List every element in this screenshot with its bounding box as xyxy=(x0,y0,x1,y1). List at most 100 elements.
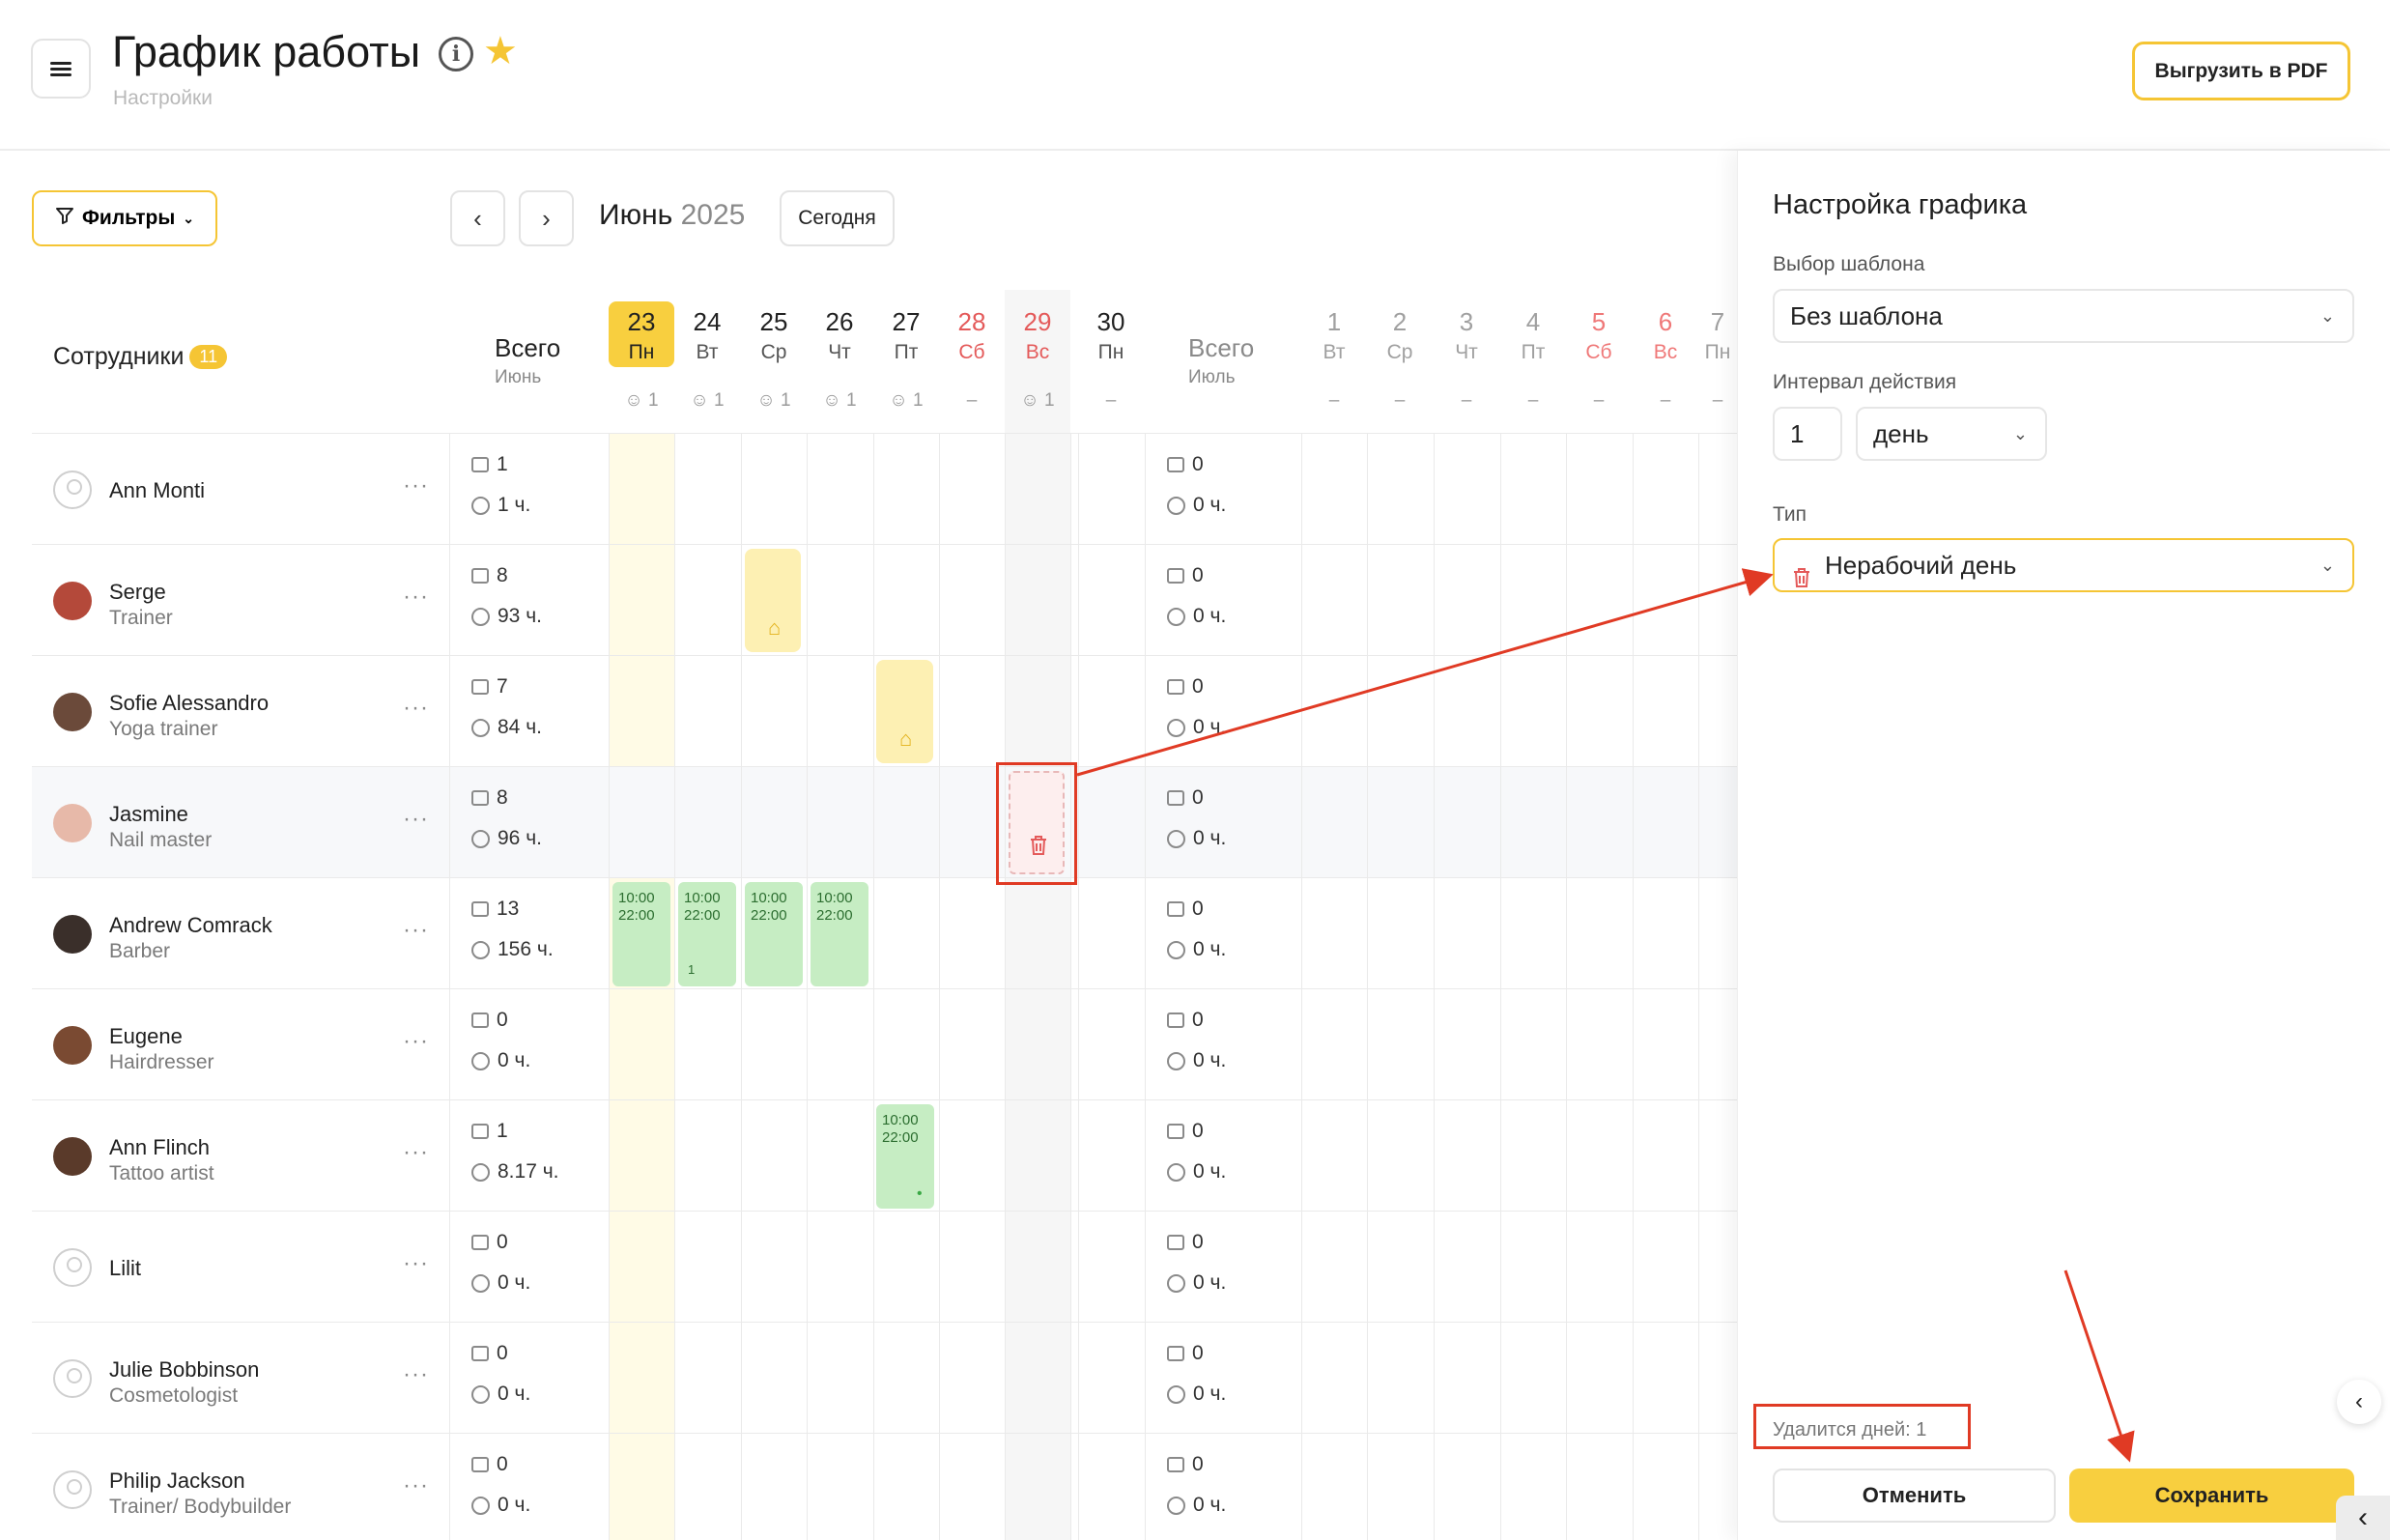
employee-name[interactable]: Philip Jackson xyxy=(109,1469,245,1494)
day-header[interactable]: 23 Пн xyxy=(609,301,674,367)
count-value: 1 xyxy=(913,390,924,411)
employee-name[interactable]: Ann Monti xyxy=(109,478,205,503)
day-number: 25 xyxy=(759,307,788,336)
day-header[interactable]: 1 Вт xyxy=(1301,301,1367,364)
chevron-left-icon: ‹ xyxy=(473,203,482,233)
employees-count-badge: 11 xyxy=(189,345,228,369)
template-day-cell[interactable]: ⌂ xyxy=(876,660,933,763)
shift-cell[interactable]: 10:00 22:00 • xyxy=(876,1104,934,1209)
july-shift-count: 0 xyxy=(1167,675,1204,699)
template-day-cell[interactable]: ⌂ xyxy=(745,549,801,652)
employee-row[interactable]: Jasmine Nail master ··· 8 96 ч. 0 0 ч. xyxy=(32,766,1737,877)
employee-row[interactable]: Julie Bobbinson Cosmetologist ··· 0 0 ч. 0 0 ч… xyxy=(32,1322,1737,1433)
employee-row[interactable]: Philip Jackson Trainer/ Bodybuilder ··· 0 0 … xyxy=(32,1433,1737,1540)
info-icon[interactable]: i xyxy=(439,37,473,71)
prev-month-button[interactable]: ‹ xyxy=(450,190,505,246)
shift-cell[interactable]: 10:00 22:00 xyxy=(612,882,670,986)
clock-icon xyxy=(1167,1384,1185,1404)
day-header[interactable]: 27 Пт xyxy=(873,301,939,364)
clock-icon xyxy=(1167,940,1185,959)
avatar xyxy=(53,1137,92,1176)
day-header[interactable]: 7 Пн xyxy=(1698,301,1737,364)
day-header[interactable]: 6 Вс xyxy=(1633,301,1698,364)
employee-name[interactable]: Eugene xyxy=(109,1024,183,1049)
employee-name[interactable]: Jasmine xyxy=(109,802,188,827)
employee-name[interactable]: Serge xyxy=(109,580,166,605)
more-options-button[interactable]: ··· xyxy=(403,1139,429,1166)
filters-button[interactable]: Фильтры ⌄ xyxy=(32,190,217,246)
day-header[interactable]: 28 Сб xyxy=(939,301,1005,364)
more-options-button[interactable]: ··· xyxy=(403,1361,429,1388)
shift-cell[interactable]: 10:00 22:00 1 xyxy=(678,882,736,986)
employee-name[interactable]: Ann Flinch xyxy=(109,1135,210,1160)
clock-icon xyxy=(1167,1496,1185,1515)
shift-cell[interactable]: 10:00 22:00 xyxy=(745,882,803,986)
more-options-button[interactable]: ··· xyxy=(403,1250,429,1277)
count-value: – xyxy=(1394,390,1406,411)
employee-name[interactable]: Lilit xyxy=(109,1256,141,1281)
july-hours-value: 0 ч. xyxy=(1193,1271,1227,1294)
hours-value: 0 ч. xyxy=(498,1383,531,1405)
employee-row[interactable]: Lilit ··· 0 0 ч. 0 0 ч. xyxy=(32,1211,1737,1322)
briefcase-icon xyxy=(1167,790,1184,806)
shift-count-value: 0 xyxy=(497,1342,508,1364)
more-options-button[interactable]: ··· xyxy=(403,584,429,611)
next-month-button[interactable]: › xyxy=(519,190,574,246)
more-options-button[interactable]: ··· xyxy=(403,472,429,499)
chevron-down-icon: ⌄ xyxy=(2319,306,2335,326)
day-number: 23 xyxy=(627,307,656,336)
day-staff-count: ☺ 1 xyxy=(873,390,939,412)
template-select[interactable]: Без шаблона ⌄ xyxy=(1773,289,2354,343)
day-header[interactable]: 2 Ср xyxy=(1367,301,1433,364)
day-header[interactable]: 24 Вт xyxy=(674,301,740,364)
day-staff-count: – xyxy=(1078,390,1144,412)
employee-row[interactable]: Andrew Comrack Barber ··· 13 156 ч. 0 0 ч. xyxy=(32,877,1737,988)
employees-header: Сотрудники 11 xyxy=(53,343,228,371)
day-header[interactable]: 30 Пн xyxy=(1078,301,1144,364)
more-options-button[interactable]: ··· xyxy=(403,1472,429,1499)
panel-collapse-button[interactable]: ‹ xyxy=(2337,1380,2381,1424)
shift-count: 7 xyxy=(471,675,508,699)
briefcase-icon xyxy=(1167,1124,1184,1139)
hours-total: 156 ч. xyxy=(471,938,554,961)
day-staff-count: – xyxy=(1633,390,1698,412)
clock-icon xyxy=(1167,1273,1185,1293)
clock-icon xyxy=(471,496,490,515)
shift-start: 10:00 xyxy=(816,890,853,906)
more-options-button[interactable]: ··· xyxy=(403,917,429,944)
type-select[interactable]: Нерабочий день ⌄ xyxy=(1773,538,2354,592)
more-options-button[interactable]: ··· xyxy=(403,695,429,722)
breadcrumb-settings[interactable]: Настройки xyxy=(113,87,213,110)
employee-name[interactable]: Julie Bobbinson xyxy=(109,1357,259,1383)
export-pdf-button[interactable]: Выгрузить в PDF xyxy=(2132,42,2350,100)
count-value: 1 xyxy=(781,390,791,411)
day-header[interactable]: 26 Чт xyxy=(807,301,872,364)
sidebar-toggle-button[interactable]: ‹ xyxy=(2336,1496,2390,1540)
shift-cell[interactable]: 10:00 22:00 xyxy=(811,882,868,986)
grid-column-line xyxy=(609,433,610,1540)
day-header[interactable]: 5 Сб xyxy=(1566,301,1632,364)
employee-row[interactable]: Eugene Hairdresser ··· 0 0 ч. 0 0 ч. xyxy=(32,988,1737,1099)
employee-row[interactable]: Serge Trainer ··· 8 93 ч. 0 0 ч. xyxy=(32,544,1737,655)
interval-unit-select[interactable]: день ⌄ xyxy=(1856,407,2047,461)
day-header[interactable]: 25 Ср xyxy=(741,301,807,364)
annotation-box-cell xyxy=(996,762,1077,885)
save-button[interactable]: Сохранить xyxy=(2069,1469,2354,1523)
today-button[interactable]: Сегодня xyxy=(780,190,895,246)
day-header[interactable]: 3 Чт xyxy=(1434,301,1499,364)
day-header[interactable]: 4 Пт xyxy=(1500,301,1566,364)
menu-button[interactable] xyxy=(31,39,91,99)
shift-end: 22:00 xyxy=(751,907,787,924)
employee-name[interactable]: Sofie Alessandro xyxy=(109,691,269,716)
home-icon: ⌂ xyxy=(899,727,913,751)
day-header[interactable]: 29 Вс xyxy=(1005,301,1070,364)
cancel-button[interactable]: Отменить xyxy=(1773,1469,2056,1523)
interval-input[interactable]: 1 xyxy=(1773,407,1842,461)
more-options-button[interactable]: ··· xyxy=(403,1028,429,1055)
employee-name[interactable]: Andrew Comrack xyxy=(109,913,272,938)
shift-end: 22:00 xyxy=(882,1129,919,1146)
star-icon[interactable]: ★ xyxy=(483,29,518,73)
more-options-button[interactable]: ··· xyxy=(403,806,429,833)
day-number: 27 xyxy=(892,307,921,336)
employee-row[interactable]: Ann Monti ··· 1 1 ч. 0 0 ч. xyxy=(32,433,1737,544)
